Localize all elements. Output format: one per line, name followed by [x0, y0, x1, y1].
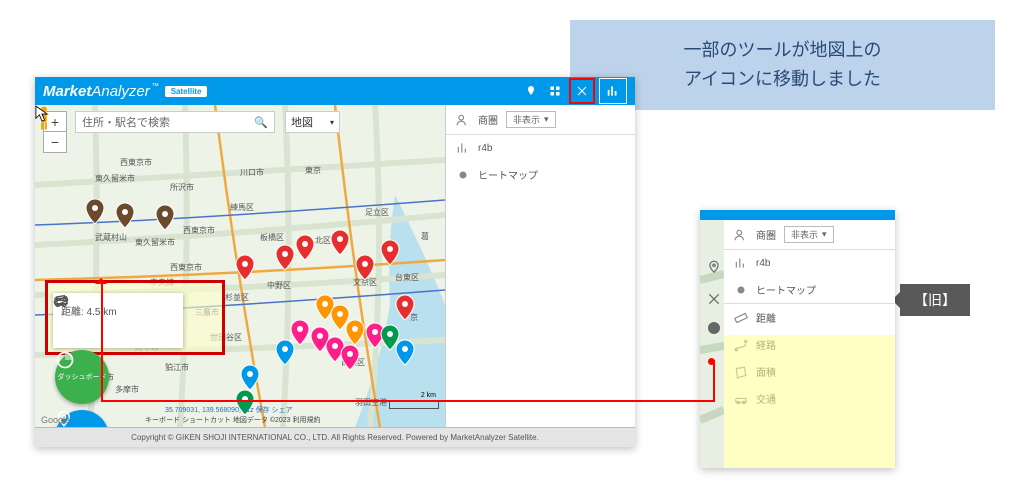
app-header: MarketAnalyzer™ Satellite [35, 77, 635, 105]
svg-text:東京: 東京 [305, 165, 321, 175]
side-shoken: 商圏 [478, 112, 498, 127]
app-window: MarketAnalyzer™ Satellite [35, 77, 635, 447]
footer: Copyright © GIKEN SHOJI INTERNATIONAL CO… [35, 427, 635, 447]
map-canvas[interactable]: 西東京市東久留米市所沢市川口市東京練馬区西東京市東久留米市武蔵村山板橋区北区足立… [35, 105, 445, 427]
heatmap-icon [456, 168, 470, 182]
pin-icon[interactable] [705, 258, 723, 276]
svg-text:中野区: 中野区 [267, 280, 291, 290]
old-side-icons [702, 258, 726, 334]
old-traffic[interactable]: 交通 [756, 391, 776, 406]
grid-icon[interactable] [543, 79, 567, 103]
svg-text:狛江市: 狛江市 [165, 362, 189, 372]
side-heat[interactable]: ヒートマップ [478, 167, 538, 182]
route-icon [734, 338, 748, 352]
annotation-arrow-right [713, 360, 715, 402]
old-distance[interactable]: 距離 [756, 310, 776, 325]
radio-icon[interactable] [708, 322, 720, 334]
google-logo: Google [41, 415, 70, 425]
chart-icon[interactable] [599, 78, 627, 104]
bar-chart-icon [456, 141, 470, 155]
zoom-out[interactable]: − [44, 132, 66, 152]
side-hihyo-select[interactable]: 非表示▾ [506, 111, 556, 128]
old-label: 【旧】 [900, 284, 970, 316]
coords-readout: 35.709031, 139.568090, 11z 保存 シェア [165, 405, 293, 415]
cursor-icon [35, 105, 49, 123]
old-shoken: 商圏 [756, 227, 776, 242]
floating-toolbox: 距離: 4.5 km [45, 280, 225, 355]
shoken-icon [734, 228, 748, 242]
svg-text:北区: 北区 [315, 236, 331, 245]
tools-icon-highlighted[interactable] [569, 78, 595, 104]
toolbox-card: 距離: 4.5 km [53, 293, 183, 348]
scale-bar: 2 km [389, 401, 439, 409]
search-input[interactable]: 住所・駅名で検索🔍 [75, 111, 275, 133]
old-heat: ヒートマップ [756, 282, 816, 297]
bar-chart-icon [734, 256, 748, 270]
old-hihyo-select[interactable]: 非表示▾ [784, 226, 834, 243]
old-r4b: r4b [756, 258, 770, 269]
tools-icon[interactable] [705, 290, 723, 308]
svg-text:所沢市: 所沢市 [170, 182, 194, 192]
svg-text:台東区: 台東区 [395, 272, 419, 282]
side-panel: 商圏非表示▾ r4b ヒートマップ [445, 105, 635, 427]
svg-text:練馬区: 練馬区 [230, 202, 254, 212]
svg-text:東久留米市: 東久留米市 [135, 237, 175, 247]
svg-text:京: 京 [410, 312, 418, 322]
search-icon[interactable]: 🔍 [254, 116, 268, 129]
car-icon [734, 392, 748, 406]
toolbox-car-icon[interactable] [53, 293, 69, 309]
old-area[interactable]: 面積 [756, 364, 776, 379]
svg-text:東久留米市: 東久留米市 [95, 173, 135, 183]
svg-text:西東京市: 西東京市 [170, 262, 202, 272]
annotation-arrow [103, 400, 713, 402]
old-route[interactable]: 経路 [756, 337, 776, 352]
marker-icon[interactable] [519, 79, 543, 103]
heatmap-icon [734, 283, 748, 297]
banner-line2: アイコンに移動しました [684, 65, 881, 94]
svg-text:杉並区: 杉並区 [225, 292, 249, 302]
svg-text:西東京市: 西東京市 [183, 225, 215, 235]
ruler-icon [734, 311, 748, 325]
svg-text:葛: 葛 [421, 231, 429, 241]
svg-text:川口市: 川口市 [240, 167, 264, 177]
side-r4b[interactable]: r4b [478, 143, 492, 154]
banner-line1: 一部のツールが地図上の [684, 36, 882, 65]
svg-text:西東京市: 西東京市 [120, 157, 152, 167]
svg-text:武蔵村山: 武蔵村山 [95, 232, 127, 242]
svg-text:羽田空港: 羽田空港 [355, 397, 387, 407]
area-icon [734, 365, 748, 379]
svg-text:足立区: 足立区 [365, 207, 389, 217]
map-credits: キーボード ショートカット 地図データ ©2023 利用規約 [145, 415, 321, 425]
old-panel: 商圏非表示▾ r4b ヒートマップ 距離 経路 面積 交通 [700, 210, 895, 468]
shoken-icon [456, 113, 470, 127]
brand-logo: MarketAnalyzer™ [43, 83, 159, 100]
distance-readout: 距離: 4.5 km [57, 301, 179, 320]
svg-text:板橋区: 板橋区 [260, 232, 284, 242]
svg-text:多摩市: 多摩市 [115, 384, 139, 394]
maptype-select[interactable]: 地図▾ [285, 111, 340, 133]
satellite-badge: Satellite [165, 86, 208, 97]
